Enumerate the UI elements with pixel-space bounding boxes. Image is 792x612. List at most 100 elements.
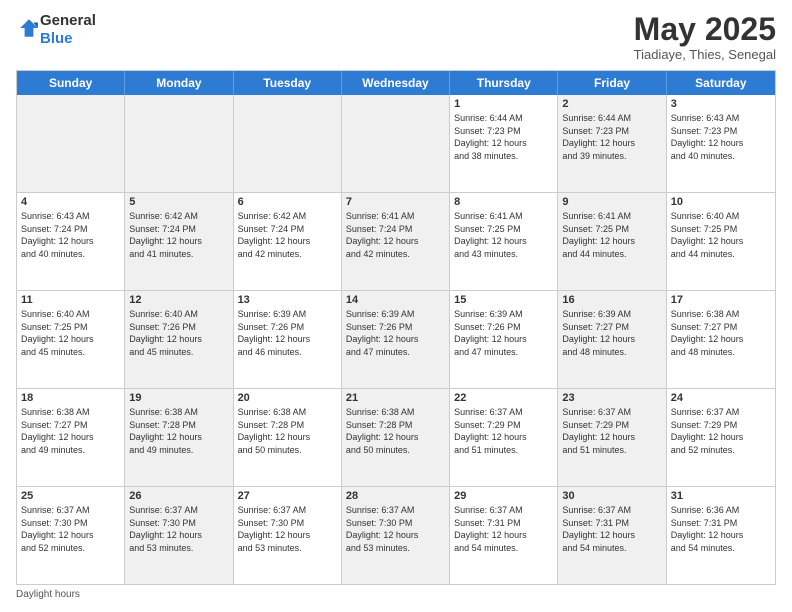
cell-info: Sunrise: 6:37 AM Sunset: 7:30 PM Dayligh… bbox=[238, 504, 337, 554]
cell-info: Sunrise: 6:37 AM Sunset: 7:29 PM Dayligh… bbox=[562, 406, 661, 456]
cell-info: Sunrise: 6:42 AM Sunset: 7:24 PM Dayligh… bbox=[238, 210, 337, 260]
header: General Blue May 2025 Tiadiaye, Thies, S… bbox=[16, 12, 776, 62]
cell-info: Sunrise: 6:40 AM Sunset: 7:26 PM Dayligh… bbox=[129, 308, 228, 358]
title-block: May 2025 Tiadiaye, Thies, Senegal bbox=[634, 12, 776, 62]
day-number: 10 bbox=[671, 196, 771, 208]
day-of-week-header: Monday bbox=[125, 71, 233, 95]
day-number: 24 bbox=[671, 392, 771, 404]
calendar-cell: 21 Sunrise: 6:38 AM Sunset: 7:28 PM Dayli… bbox=[342, 389, 450, 486]
cell-info: Sunrise: 6:41 AM Sunset: 7:24 PM Dayligh… bbox=[346, 210, 445, 260]
day-number: 28 bbox=[346, 490, 445, 502]
day-number: 6 bbox=[238, 196, 337, 208]
calendar-week-row: 4 Sunrise: 6:43 AM Sunset: 7:24 PM Daylig… bbox=[17, 192, 775, 290]
calendar-cell bbox=[342, 95, 450, 192]
day-number: 8 bbox=[454, 196, 553, 208]
calendar-week-row: 1 Sunrise: 6:44 AM Sunset: 7:23 PM Daylig… bbox=[17, 95, 775, 192]
calendar-cell: 2 Sunrise: 6:44 AM Sunset: 7:23 PM Daylig… bbox=[558, 95, 666, 192]
day-number: 15 bbox=[454, 294, 553, 306]
calendar-week-row: 18 Sunrise: 6:38 AM Sunset: 7:27 PM Dayli… bbox=[17, 388, 775, 486]
cell-info: Sunrise: 6:39 AM Sunset: 7:26 PM Dayligh… bbox=[346, 308, 445, 358]
calendar-cell bbox=[234, 95, 342, 192]
day-number: 12 bbox=[129, 294, 228, 306]
cell-info: Sunrise: 6:36 AM Sunset: 7:31 PM Dayligh… bbox=[671, 504, 771, 554]
day-number: 16 bbox=[562, 294, 661, 306]
footer-note: Daylight hours bbox=[16, 589, 776, 600]
calendar-cell: 24 Sunrise: 6:37 AM Sunset: 7:29 PM Dayli… bbox=[667, 389, 775, 486]
cell-info: Sunrise: 6:39 AM Sunset: 7:27 PM Dayligh… bbox=[562, 308, 661, 358]
calendar-cell: 18 Sunrise: 6:38 AM Sunset: 7:27 PM Dayli… bbox=[17, 389, 125, 486]
cell-info: Sunrise: 6:44 AM Sunset: 7:23 PM Dayligh… bbox=[562, 112, 661, 162]
cell-info: Sunrise: 6:38 AM Sunset: 7:27 PM Dayligh… bbox=[21, 406, 120, 456]
day-of-week-header: Thursday bbox=[450, 71, 558, 95]
day-number: 30 bbox=[562, 490, 661, 502]
calendar-cell: 16 Sunrise: 6:39 AM Sunset: 7:27 PM Dayli… bbox=[558, 291, 666, 388]
day-number: 20 bbox=[238, 392, 337, 404]
calendar-cell: 25Sunrise: 6:37 AM Sunset: 7:30 PM Dayli… bbox=[17, 487, 125, 584]
cell-info: Sunrise: 6:38 AM Sunset: 7:28 PM Dayligh… bbox=[346, 406, 445, 456]
day-number: 29 bbox=[454, 490, 553, 502]
calendar: SundayMondayTuesdayWednesdayThursdayFrid… bbox=[16, 70, 776, 585]
day-number: 3 bbox=[671, 98, 771, 110]
day-number: 1 bbox=[454, 98, 553, 110]
calendar-cell bbox=[125, 95, 233, 192]
cell-info: Sunrise: 6:43 AM Sunset: 7:23 PM Dayligh… bbox=[671, 112, 771, 162]
cell-info: Sunrise: 6:38 AM Sunset: 7:28 PM Dayligh… bbox=[129, 406, 228, 456]
logo-icon bbox=[18, 17, 40, 39]
calendar-cell bbox=[17, 95, 125, 192]
day-number: 14 bbox=[346, 294, 445, 306]
day-number: 5 bbox=[129, 196, 228, 208]
day-number: 7 bbox=[346, 196, 445, 208]
calendar-cell: 7 Sunrise: 6:41 AM Sunset: 7:24 PM Daylig… bbox=[342, 193, 450, 290]
day-of-week-header: Tuesday bbox=[234, 71, 342, 95]
calendar-cell: 28 Sunrise: 6:37 AM Sunset: 7:30 PM Dayli… bbox=[342, 487, 450, 584]
day-number: 18 bbox=[21, 392, 120, 404]
cell-info: Sunrise: 6:40 AM Sunset: 7:25 PM Dayligh… bbox=[21, 308, 120, 358]
cell-info: Sunrise: 6:38 AM Sunset: 7:27 PM Dayligh… bbox=[671, 308, 771, 358]
cell-info: Sunrise: 6:37 AM Sunset: 7:30 PM Dayligh… bbox=[129, 504, 228, 554]
day-of-week-header: Friday bbox=[558, 71, 666, 95]
day-of-week-header: Wednesday bbox=[342, 71, 450, 95]
cell-info: Sunrise: 6:37 AM Sunset: 7:30 PM Dayligh… bbox=[346, 504, 445, 554]
calendar-cell: 20Sunrise: 6:38 AM Sunset: 7:28 PM Dayli… bbox=[234, 389, 342, 486]
calendar-week-row: 25 Sunrise: 6:37 AM Sunset: 7:30 PM Dayli… bbox=[17, 486, 775, 584]
day-number: 4 bbox=[21, 196, 120, 208]
cell-info: Sunrise: 6:39 AM Sunset: 7:26 PM Dayligh… bbox=[238, 308, 337, 358]
calendar-cell: 10Sunrise: 6:40 AM Sunset: 7:25 PM Dayli… bbox=[667, 193, 775, 290]
cell-info: Sunrise: 6:43 AM Sunset: 7:24 PM Dayligh… bbox=[21, 210, 120, 260]
calendar-cell: 26 Sunrise: 6:37 AM Sunset: 7:30 PM Dayli… bbox=[125, 487, 233, 584]
cell-info: Sunrise: 6:44 AM Sunset: 7:23 PM Dayligh… bbox=[454, 112, 553, 162]
cell-info: Sunrise: 6:41 AM Sunset: 7:25 PM Dayligh… bbox=[562, 210, 661, 260]
page: General Blue May 2025 Tiadiaye, Thies, S… bbox=[0, 0, 792, 612]
day-number: 26 bbox=[129, 490, 228, 502]
cell-info: Sunrise: 6:41 AM Sunset: 7:25 PM Dayligh… bbox=[454, 210, 553, 260]
day-number: 21 bbox=[346, 392, 445, 404]
day-number: 22 bbox=[454, 392, 553, 404]
logo: General Blue bbox=[16, 12, 96, 48]
calendar-cell: 22Sunrise: 6:37 AM Sunset: 7:29 PM Dayli… bbox=[450, 389, 558, 486]
day-number: 11 bbox=[21, 294, 120, 306]
calendar-header-row: SundayMondayTuesdayWednesdayThursdayFrid… bbox=[17, 71, 775, 95]
day-number: 25 bbox=[21, 490, 120, 502]
logo-blue: Blue bbox=[40, 30, 96, 48]
calendar-cell: 31Sunrise: 6:36 AM Sunset: 7:31 PM Dayli… bbox=[667, 487, 775, 584]
day-number: 19 bbox=[129, 392, 228, 404]
calendar-cell: 12 Sunrise: 6:40 AM Sunset: 7:26 PM Dayli… bbox=[125, 291, 233, 388]
day-number: 23 bbox=[562, 392, 661, 404]
calendar-cell: 3 Sunrise: 6:43 AM Sunset: 7:23 PM Daylig… bbox=[667, 95, 775, 192]
logo-general: General bbox=[40, 12, 96, 30]
day-of-week-header: Sunday bbox=[17, 71, 125, 95]
day-number: 2 bbox=[562, 98, 661, 110]
calendar-cell: 13Sunrise: 6:39 AM Sunset: 7:26 PM Dayli… bbox=[234, 291, 342, 388]
calendar-cell: 29 Sunrise: 6:37 AM Sunset: 7:31 PM Dayli… bbox=[450, 487, 558, 584]
day-number: 9 bbox=[562, 196, 661, 208]
calendar-cell: 8 Sunrise: 6:41 AM Sunset: 7:25 PM Daylig… bbox=[450, 193, 558, 290]
cell-info: Sunrise: 6:37 AM Sunset: 7:29 PM Dayligh… bbox=[671, 406, 771, 456]
cell-info: Sunrise: 6:42 AM Sunset: 7:24 PM Dayligh… bbox=[129, 210, 228, 260]
day-number: 27 bbox=[238, 490, 337, 502]
calendar-week-row: 11 Sunrise: 6:40 AM Sunset: 7:25 PM Dayli… bbox=[17, 290, 775, 388]
cell-info: Sunrise: 6:39 AM Sunset: 7:26 PM Dayligh… bbox=[454, 308, 553, 358]
cell-info: Sunrise: 6:37 AM Sunset: 7:31 PM Dayligh… bbox=[454, 504, 553, 554]
calendar-cell: 27 Sunrise: 6:37 AM Sunset: 7:30 PM Dayli… bbox=[234, 487, 342, 584]
calendar-cell: 1 Sunrise: 6:44 AM Sunset: 7:23 PM Daylig… bbox=[450, 95, 558, 192]
calendar-cell: 9 Sunrise: 6:41 AM Sunset: 7:25 PM Daylig… bbox=[558, 193, 666, 290]
